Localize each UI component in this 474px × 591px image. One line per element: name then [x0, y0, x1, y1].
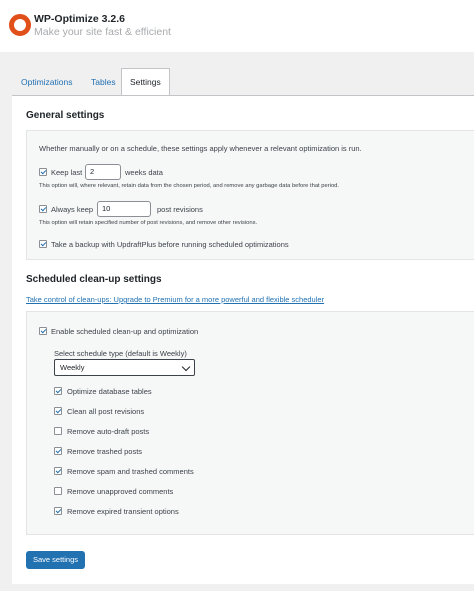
- keep-last-weeks-input[interactable]: 2: [85, 164, 121, 180]
- schedule-type-select[interactable]: Weekly: [54, 359, 195, 376]
- option-checkbox[interactable]: [54, 487, 62, 495]
- option-label: Clean all post revisions: [67, 407, 145, 416]
- app-title: WP-Optimize 3.2.6: [34, 13, 126, 25]
- general-settings-box: Whether manually or on a schedule, these…: [26, 130, 474, 260]
- option-checkbox[interactable]: [54, 507, 62, 515]
- option-label: Remove unapproved comments: [67, 487, 174, 496]
- wp-optimize-logo-icon: [9, 14, 31, 36]
- save-settings-button[interactable]: Save settings: [26, 551, 86, 569]
- keep-last-checkbox[interactable]: [39, 168, 47, 176]
- general-settings-heading: General settings: [26, 110, 105, 121]
- tab-optimizations[interactable]: Optimizations: [12, 68, 82, 94]
- always-keep-label: Always keep: [51, 205, 94, 214]
- settings-panel: General settings Whether manually or on …: [12, 95, 474, 584]
- always-keep-suffix: post revisions: [157, 205, 203, 214]
- schedule-type-value: Weekly: [60, 363, 85, 372]
- option-checkbox[interactable]: [54, 387, 62, 395]
- chevron-down-icon: [181, 362, 191, 372]
- tab-bar: Optimizations Tables Settings: [0, 52, 474, 97]
- general-intro-text: Whether manually or on a schedule, these…: [39, 144, 362, 153]
- option-label: Remove auto-draft posts: [67, 427, 150, 436]
- schedule-type-label: Select schedule type (default is Weekly): [54, 349, 187, 358]
- option-checkbox[interactable]: [54, 427, 62, 435]
- always-keep-note: This option will retain specified number…: [39, 220, 258, 226]
- option-checkbox[interactable]: [54, 407, 62, 415]
- backup-checkbox[interactable]: [39, 240, 47, 248]
- tab-settings[interactable]: Settings: [121, 68, 170, 97]
- option-label: Optimize database tables: [67, 387, 152, 396]
- keep-last-note: This option will, where relevant, retain…: [39, 183, 340, 189]
- option-checkbox[interactable]: [54, 467, 62, 475]
- scheduled-settings-box: Enable scheduled clean-up and optimizati…: [26, 311, 474, 535]
- backup-label: Take a backup with UpdraftPlus before ru…: [51, 240, 289, 249]
- enable-schedule-label: Enable scheduled clean-up and optimizati…: [51, 327, 199, 336]
- enable-schedule-checkbox[interactable]: [39, 327, 47, 335]
- premium-upgrade-link[interactable]: Take control of clean-ups: Upgrade to Pr…: [26, 295, 324, 304]
- option-label: Remove trashed posts: [67, 447, 143, 456]
- always-keep-checkbox[interactable]: [39, 205, 47, 213]
- keep-last-label: Keep last: [51, 168, 83, 177]
- plugin-header: WP-Optimize 3.2.6 Make your site fast & …: [0, 0, 474, 52]
- tab-tables[interactable]: Tables: [82, 68, 125, 94]
- scheduled-settings-heading: Scheduled clean-up settings: [26, 274, 162, 285]
- app-tagline: Make your site fast & efficient: [34, 26, 171, 38]
- option-label: Remove expired transient options: [67, 507, 179, 516]
- always-keep-revisions-input[interactable]: 10: [97, 201, 151, 217]
- option-label: Remove spam and trashed comments: [67, 467, 194, 476]
- option-checkbox[interactable]: [54, 447, 62, 455]
- keep-last-suffix: weeks data: [125, 168, 163, 177]
